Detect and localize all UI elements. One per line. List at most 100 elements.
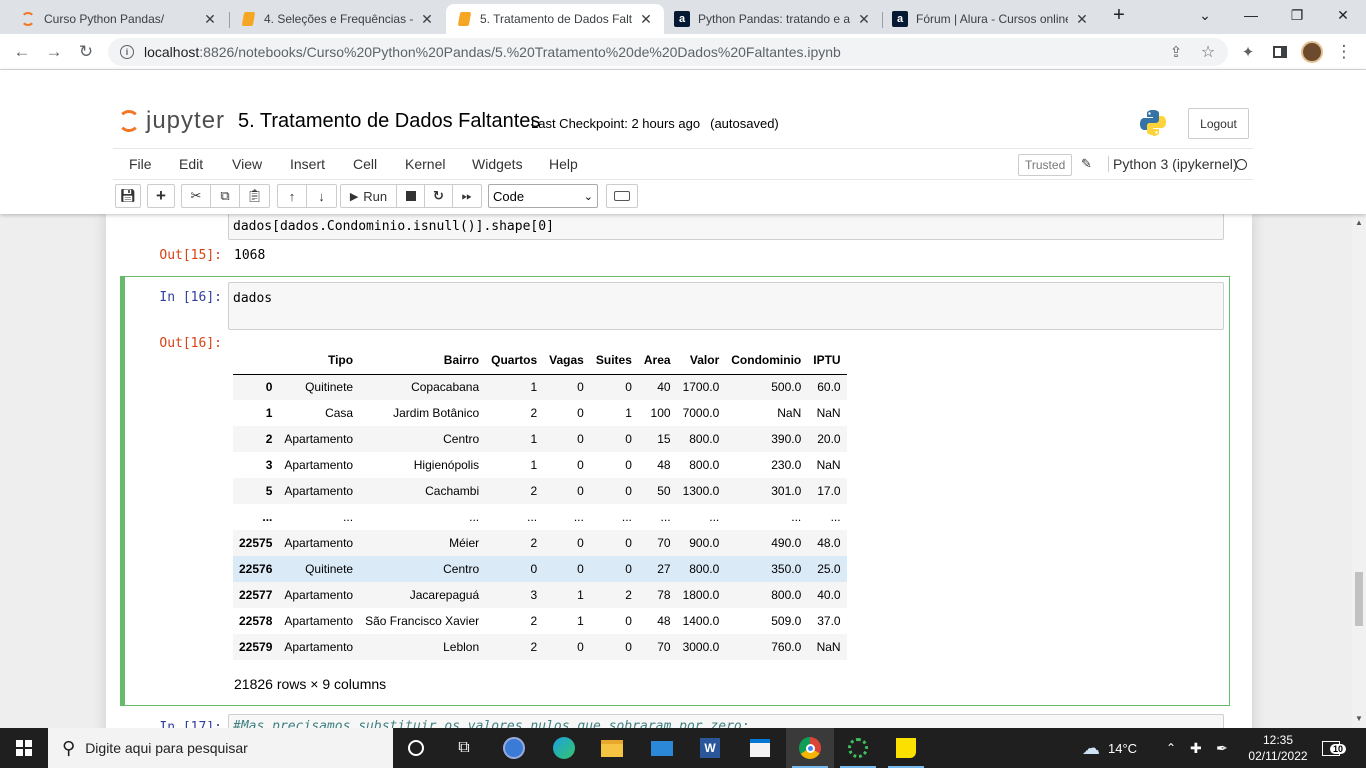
back-arrow-icon[interactable]: ← <box>10 40 34 64</box>
scroll-up-arrow-icon[interactable]: ▲ <box>1355 218 1363 227</box>
jupyter-app-icon[interactable] <box>834 728 882 768</box>
restart-kernel-icon[interactable]: ↻ <box>425 185 453 207</box>
windows-start-icon[interactable] <box>0 728 48 768</box>
close-icon[interactable]: ✕ <box>856 11 872 28</box>
pencil-icon[interactable]: ✎ <box>1081 156 1092 172</box>
cortana-icon[interactable] <box>392 728 440 768</box>
browser-tab-4[interactable]: a Fórum | Alura - Cursos online ✕ <box>882 4 1100 34</box>
table-cell: Apartamento <box>284 614 354 628</box>
edge-browser-icon[interactable] <box>540 728 588 768</box>
browser-tab-3[interactable]: a Python Pandas: tratando e an ✕ <box>664 4 882 34</box>
menu-insert[interactable]: Insert <box>290 156 325 172</box>
table-cell: NaN <box>816 458 841 472</box>
table-cell: Higienópolis <box>413 458 480 472</box>
row-index: ... <box>262 510 273 524</box>
run-button[interactable]: ▶ Run <box>341 185 397 207</box>
table-cell: Jacarepaguá <box>409 588 480 602</box>
new-tab-button[interactable]: + <box>1096 0 1142 30</box>
cell-type-select[interactable]: Code ⌄ <box>488 184 598 208</box>
tab-search-chevron-icon[interactable]: ⌄ <box>1182 0 1228 30</box>
network-icon[interactable]: ✚ <box>1190 728 1202 768</box>
scrollbar-thumb[interactable] <box>1355 572 1363 626</box>
code-cell-15-input[interactable]: dados[dados.Condominio.isnull()].shape[0… <box>228 214 1224 240</box>
store-icon[interactable] <box>736 728 784 768</box>
cut-scissors-icon[interactable]: ✂ <box>182 185 211 207</box>
word-icon[interactable]: W <box>686 728 734 768</box>
address-bar[interactable]: i localhost:8826/notebooks/Curso%20Pytho… <box>108 38 1228 66</box>
autosave-text: (autosaved) <box>710 116 779 131</box>
menu-view[interactable]: View <box>232 156 262 172</box>
browser-tab-2[interactable]: 5. Tratamento de Dados Falta ✕ <box>446 4 664 34</box>
close-icon[interactable]: ✕ <box>638 11 654 28</box>
table-cell: Cachambi <box>425 484 480 498</box>
profile-avatar[interactable] <box>1300 40 1324 64</box>
chrome-icon[interactable] <box>786 728 834 768</box>
site-info-icon[interactable]: i <box>120 45 134 59</box>
table-cell: 0 <box>577 458 584 472</box>
tray-chevron-up-icon[interactable]: ⌃ <box>1166 728 1176 768</box>
copy-icon[interactable]: ⧉ <box>211 185 240 207</box>
notifications-icon[interactable]: 10 <box>1322 728 1347 768</box>
weather-widget[interactable]: ☁ 14°C <box>1082 728 1137 768</box>
row-index: 1 <box>265 406 273 420</box>
menu-help[interactable]: Help <box>549 156 578 172</box>
table-cell: 70 <box>657 640 671 654</box>
close-icon[interactable]: ✕ <box>202 11 218 28</box>
interrupt-stop-icon[interactable] <box>397 185 425 207</box>
menu-kernel[interactable]: Kernel <box>405 156 445 172</box>
sticky-notes-icon[interactable] <box>882 728 930 768</box>
kernel-name[interactable]: Python 3 (ipykernel) <box>1108 156 1238 172</box>
table-cell: 2 <box>530 640 538 654</box>
column-header: Tipo <box>278 346 360 375</box>
clock-time: 12:35 <box>1262 733 1294 747</box>
pen-icon[interactable]: ✒ <box>1216 728 1228 768</box>
save-icon[interactable]: 💾︎ <box>116 185 140 207</box>
jupyter-logo[interactable]: jupyter <box>118 106 225 136</box>
menu-edit[interactable]: Edit <box>179 156 203 172</box>
task-view-icon[interactable]: ⧉ <box>440 728 488 768</box>
clock[interactable]: 12:35 02/11/2022 <box>1244 728 1312 768</box>
side-panel-icon[interactable] <box>1268 40 1292 64</box>
code-cell-17-input[interactable]: #Mas precisamos substituir os valores nu… <box>228 714 1224 728</box>
table-cell: 2 <box>530 536 538 550</box>
restart-run-all-icon[interactable]: ⏩︎ <box>453 185 481 207</box>
logout-button[interactable]: Logout <box>1188 108 1249 139</box>
restore-button[interactable]: ❐ <box>1274 0 1320 30</box>
taskbar-search-input[interactable]: ⚲ Digite aqui para pesquisar <box>48 728 393 768</box>
browser-tab-0[interactable]: Curso Python Pandas/ ✕ <box>10 4 228 34</box>
move-up-arrow-icon[interactable]: ↑ <box>278 185 307 207</box>
minimize-button[interactable]: — <box>1228 0 1274 30</box>
menu-cell[interactable]: Cell <box>353 156 377 172</box>
extensions-puzzle-icon[interactable]: ✦ <box>1236 40 1260 64</box>
python-logo-icon <box>1140 110 1166 136</box>
close-icon[interactable]: ✕ <box>1074 11 1090 28</box>
browser-tab-1[interactable]: 4. Seleções e Frequências - Ju ✕ <box>230 4 445 34</box>
chrome-menu-icon[interactable]: ⋮ <box>1332 40 1356 64</box>
code-cell-16-input[interactable]: dados <box>228 282 1224 330</box>
share-icon[interactable]: ⇪ <box>1164 40 1188 64</box>
cell-type-value: Code <box>493 188 525 204</box>
menu-widgets[interactable]: Widgets <box>472 156 523 172</box>
bookmark-star-icon[interactable]: ☆ <box>1196 40 1220 64</box>
scroll-down-arrow-icon[interactable]: ▼ <box>1355 714 1363 723</box>
notebook-title[interactable]: 5. Tratamento de Dados Faltantes <box>238 110 540 133</box>
menu-file[interactable]: File <box>129 156 152 172</box>
table-cell: ... <box>830 510 841 524</box>
tab-title: Fórum | Alura - Cursos online <box>916 12 1068 26</box>
move-down-arrow-icon[interactable]: ↓ <box>307 185 336 207</box>
column-header: Condominio <box>725 346 808 375</box>
paste-icon[interactable]: 📋︎ <box>240 185 269 207</box>
search-app-icon[interactable] <box>490 728 538 768</box>
close-icon[interactable]: ✕ <box>419 11 435 28</box>
close-window-button[interactable]: ✕ <box>1320 0 1366 30</box>
insert-cell-plus-icon[interactable]: + <box>148 185 174 207</box>
reload-icon[interactable]: ↻ <box>74 40 98 64</box>
keyboard-shortcuts-icon[interactable] <box>606 184 638 208</box>
table-cell: 350.0 <box>771 562 802 576</box>
forward-arrow-icon[interactable]: → <box>42 40 66 64</box>
page-scrollbar[interactable]: ▲ ▼ <box>1352 214 1366 728</box>
mail-icon[interactable] <box>638 728 686 768</box>
trusted-badge[interactable]: Trusted <box>1018 154 1073 176</box>
file-explorer-icon[interactable] <box>588 728 636 768</box>
clock-date: 02/11/2022 <box>1248 749 1308 763</box>
